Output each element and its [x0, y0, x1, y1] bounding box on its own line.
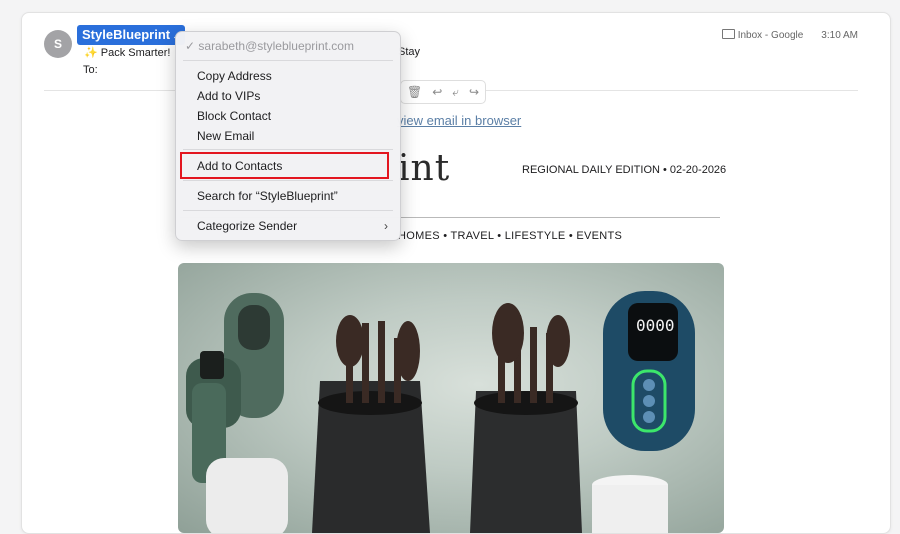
add-to-contacts-highlight [180, 152, 389, 179]
reply-icon[interactable]: ↩ [432, 85, 442, 99]
menu-item-block-contact[interactable]: Block Contact [197, 109, 271, 123]
mailbox-name: Inbox - Google [737, 30, 804, 41]
email-subject: ✨ Pack Smarter! [84, 47, 171, 59]
menu-item-new-email[interactable]: New Email [197, 129, 254, 143]
email-subject-end: Stay [398, 46, 421, 58]
menu-item-search-sender[interactable]: Search for “StyleBlueprint” [197, 189, 338, 203]
monitor-device: 0000 [603, 291, 695, 451]
sender-avatar: S [44, 30, 72, 58]
hero-illustration: 0000 [186, 291, 695, 533]
menu-email-address-text: sarabeth@styleblueprint.com [198, 39, 354, 53]
menu-item-categorize-sender[interactable]: Categorize Sender [197, 219, 297, 233]
sender-context-menu: ✓ sarabeth@styleblueprint.com Copy Addre… [175, 31, 401, 241]
message-actions: 🗑 ↩ ⤶ ↪ [400, 80, 487, 104]
svg-text:0000: 0000 [636, 316, 675, 335]
menu-separator [183, 149, 393, 150]
to-label: To: [83, 64, 98, 76]
menu-item-add-to-vips[interactable]: Add to VIPs [197, 89, 260, 103]
newsletter-logo: int [398, 148, 451, 189]
newsletter-nav[interactable]: HOMES • TRAVEL • LIFESTYLE • EVENTS [398, 230, 622, 242]
white-devices [206, 458, 668, 533]
view-in-browser-link[interactable]: view email in browser [397, 113, 521, 128]
forward-icon[interactable]: ↪ [469, 85, 479, 99]
email-time: 3:10 AM [821, 30, 858, 41]
brush-holder-right [470, 391, 582, 533]
sender-name-button[interactable]: StyleBlueprint⌄ [77, 25, 185, 45]
trash-icon[interactable]: 🗑 [407, 85, 422, 99]
menu-email-address[interactable]: ✓ sarabeth@styleblueprint.com [185, 39, 354, 53]
steamer-illustration [186, 293, 284, 483]
folder-icon [721, 29, 735, 40]
brush-holder-left [312, 381, 430, 533]
edition-date: REGIONAL DAILY EDITION • 02-20-2026 [522, 164, 727, 176]
reply-all-icon[interactable]: ⤶ [452, 85, 459, 100]
sender-name: StyleBlueprint [82, 27, 171, 42]
chevron-right-icon: › [384, 219, 388, 233]
menu-item-copy-address[interactable]: Copy Address [197, 69, 272, 83]
hero-image[interactable]: 0000 [178, 263, 724, 533]
menu-separator [183, 60, 393, 61]
email-meta: Inbox - Google 3:10 AM [721, 29, 858, 41]
menu-separator [183, 210, 393, 211]
menu-separator [183, 180, 393, 181]
